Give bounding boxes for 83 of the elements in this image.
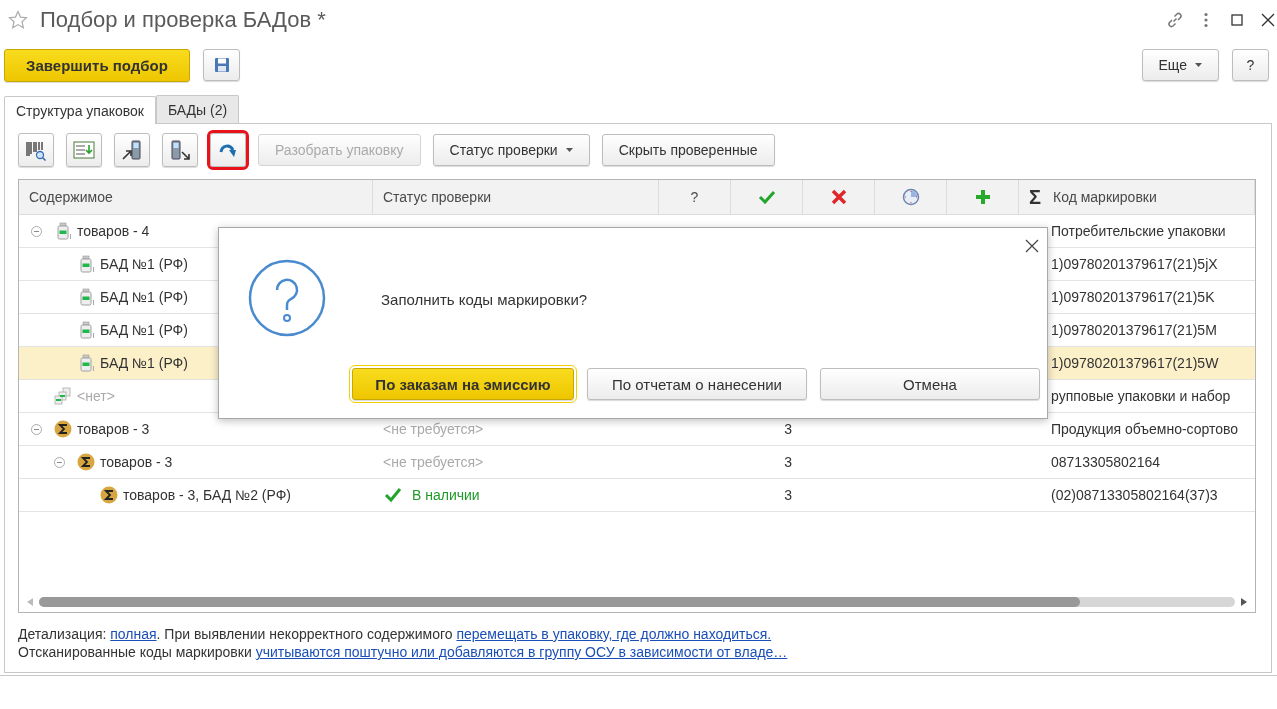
column-header[interactable]: Содержимое — [19, 180, 373, 214]
maximize-icon[interactable] — [1228, 11, 1246, 29]
row-label: товаров - 4 — [77, 223, 150, 239]
status-text: В наличии — [412, 487, 480, 503]
link-icon[interactable] — [1166, 11, 1184, 29]
link[interactable]: учитываются поштучно или добавляются в группу ОСУ в зависимости от владе… — [255, 644, 788, 660]
table-cell: рупповые упаковки и набор — [1051, 388, 1231, 404]
scanner-arrow-icon — [121, 139, 143, 161]
more-button[interactable]: Еще — [1141, 49, 1219, 81]
row-label: товаров - 3, БАД №2 (РФ) — [123, 487, 292, 503]
star-icon[interactable] — [8, 10, 28, 30]
scroll-right-icon[interactable] — [1241, 598, 1247, 606]
collapse-icon[interactable] — [31, 225, 42, 237]
collapse-icon[interactable] — [54, 456, 65, 468]
row-label: БАД №1 (РФ) — [100, 256, 188, 272]
table-cell: (02)08713305802164(37)3 — [1051, 487, 1218, 503]
tab[interactable]: БАДы (2) — [155, 95, 240, 123]
clock-icon — [901, 188, 920, 206]
column-header[interactable]: Код маркировки — [1043, 180, 1255, 214]
sigma-coin-icon — [77, 453, 95, 471]
column-header[interactable]: ? — [659, 180, 731, 214]
row-label: товаров - 3 — [100, 454, 173, 470]
close-icon[interactable] — [1259, 11, 1277, 29]
caret-icon — [1195, 63, 1202, 67]
list-icon — [73, 139, 95, 161]
row-label: товаров - 3 — [77, 421, 150, 437]
link[interactable]: полная — [110, 626, 157, 642]
table-cell: Продукция объемно-сортово — [1051, 421, 1239, 437]
bottles-icon — [54, 387, 72, 405]
finish-button[interactable]: Завершить подбор — [4, 48, 190, 82]
table-cell: 1)09780201379617(21)5jX — [1051, 256, 1218, 272]
toolbar-button[interactable] — [114, 133, 150, 167]
bottle-icon — [54, 222, 72, 240]
bottle-icon — [77, 255, 95, 273]
table-cell: 3 — [784, 487, 792, 503]
table-cell: 1)09780201379617(21)5K — [1051, 289, 1215, 305]
hint-text: Детализация: полная. При выявлении некорректного содержимого перемещать в упаковку, где должно находиться. — [18, 625, 773, 643]
save-button[interactable] — [203, 49, 240, 81]
cross-icon — [829, 188, 848, 206]
table-cell: 1)09780201379617(21)5W — [1051, 355, 1219, 371]
toolbar-button[interactable]: Статус проверки — [432, 134, 590, 166]
row-label: БАД №1 (РФ) — [100, 355, 188, 371]
help-button[interactable]: ? — [1232, 49, 1269, 81]
scanner-arrow-icon — [169, 139, 191, 161]
sigma-coin-icon — [100, 486, 118, 504]
table-cell: Потребительские упаковки — [1051, 223, 1226, 239]
barcode-search-icon — [25, 139, 47, 161]
tab[interactable]: Структура упаковок — [4, 96, 156, 124]
table-cell: 3 — [784, 454, 792, 470]
table-cell: 08713305802164 — [1051, 454, 1160, 470]
table-row[interactable]: товаров - 3, БАД №2 (РФ) В наличии 3 (02)08713305802164(37)3 — [19, 479, 1255, 512]
status-text: <не требуется> — [382, 454, 484, 470]
window-title: Подбор и проверка БАДов * — [40, 7, 327, 33]
table-cell: 1)09780201379617(21)5M — [1051, 322, 1217, 338]
toolbar-button[interactable]: Скрыть проверенные — [601, 134, 775, 166]
plus-icon — [973, 188, 992, 206]
table-row[interactable]: товаров - 3 <не требуется> 3 08713305802164 — [19, 446, 1255, 479]
dialog-message: Заполнить коды маркировки? — [381, 290, 588, 308]
row-label: БАД №1 (РФ) — [100, 289, 188, 305]
column-header[interactable]: Статус проверки — [373, 180, 659, 214]
dialog-button[interactable]: По отчетам о нанесении — [587, 368, 807, 400]
toolbar-button[interactable] — [162, 133, 198, 167]
table-cell: 3 — [784, 421, 792, 437]
question-icon — [248, 259, 326, 337]
close-icon[interactable] — [1025, 239, 1039, 253]
hint-text: Отсканированные коды маркировки учитываются поштучно или добавляются в группу ОСУ в зависимости от владе… — [18, 643, 789, 661]
toolbar-button[interactable] — [210, 133, 246, 167]
bottle-icon — [77, 288, 95, 306]
check-icon — [757, 188, 776, 206]
scrollbar[interactable] — [39, 597, 1235, 607]
status-text: <не требуется> — [382, 421, 484, 437]
collapse-icon[interactable] — [31, 423, 42, 435]
toolbar-button[interactable] — [18, 133, 54, 167]
row-label: БАД №1 (РФ) — [100, 322, 188, 338]
column-header[interactable]: Σ — [1019, 180, 1043, 214]
check-icon — [384, 487, 402, 503]
link[interactable]: перемещать в упаковку, где должно находиться. — [456, 626, 772, 642]
bottle-icon — [77, 321, 95, 339]
dialog-button[interactable]: Отмена — [820, 368, 1040, 400]
bottle-icon — [77, 354, 95, 372]
sigma-coin-icon — [54, 420, 72, 438]
row-label: <нет> — [77, 388, 115, 404]
dialog-button[interactable]: По заказам на эмиссию — [352, 368, 574, 400]
